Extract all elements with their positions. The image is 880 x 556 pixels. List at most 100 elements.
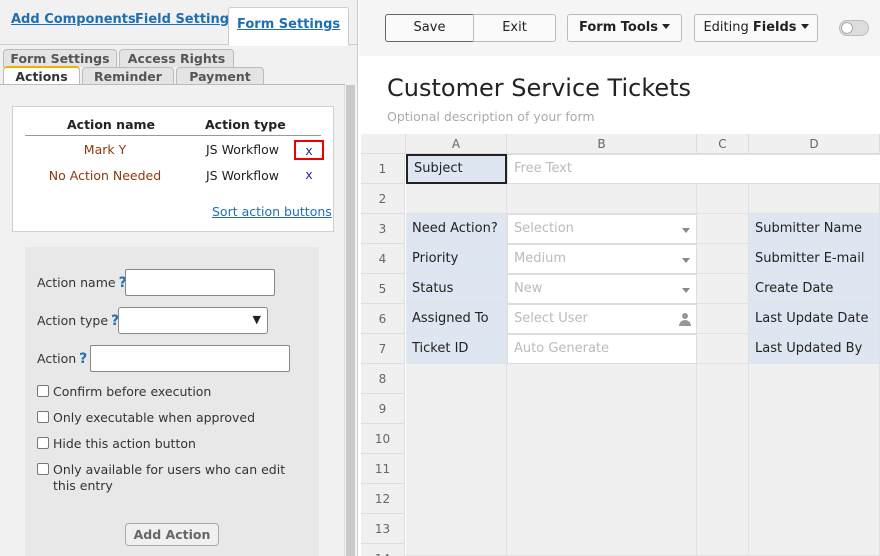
checkbox-icon[interactable]	[37, 437, 49, 449]
header-action-type: Action type	[205, 117, 286, 132]
subtab-actions[interactable]: Actions	[3, 66, 80, 85]
checkbox-icon[interactable]	[37, 411, 49, 423]
action-type-cell: JS Workflow	[206, 168, 279, 183]
row-header[interactable]: 3	[361, 214, 405, 244]
column-header-a[interactable]: A	[406, 134, 507, 154]
cell-d6-label[interactable]: Last Update Date	[749, 304, 880, 334]
cell-b6-user-select[interactable]: Select User	[507, 304, 697, 334]
action-label: Action?	[37, 351, 88, 367]
settings-panel: Add Components Field Settings Form Setti…	[0, 0, 358, 556]
tab-add-components[interactable]: Add Components	[11, 12, 136, 27]
delete-action-button[interactable]: x	[294, 140, 324, 160]
cell-a6-label[interactable]: Assigned To	[406, 304, 507, 334]
only-editors-checkbox[interactable]: Only available for users who can edit th…	[37, 462, 298, 494]
chevron-down-icon	[682, 228, 690, 233]
form-editor: Save Exit Form Tools Editing Fields Cust…	[359, 0, 880, 556]
column-header-b[interactable]: B	[507, 134, 697, 154]
row-header[interactable]: 7	[361, 334, 405, 364]
sort-action-buttons-link[interactable]: Sort action buttons	[212, 204, 332, 219]
row-header[interactable]: 13	[361, 514, 405, 544]
add-action-button[interactable]: Add Action	[125, 523, 219, 546]
row-header[interactable]: 10	[361, 424, 405, 454]
toggle-knob	[841, 22, 853, 34]
grid-cell[interactable]	[697, 244, 749, 274]
cell-b3-dropdown[interactable]: Selection	[507, 214, 697, 244]
form-grid: A B C D 1 2 3 4 5 6 7 8 9 10 11 12 13 14…	[361, 134, 880, 556]
subtab-access-rights[interactable]: Access Rights	[119, 49, 234, 67]
grid-cell[interactable]	[406, 184, 507, 214]
grid-cell[interactable]	[507, 184, 697, 214]
cell-b5-dropdown[interactable]: New	[507, 274, 697, 304]
cell-b1-text-field[interactable]: Free Text	[507, 154, 880, 184]
cell-d4-label[interactable]: Submitter E-mail	[749, 244, 880, 274]
action-name-input[interactable]	[125, 269, 275, 296]
toggle-switch[interactable]	[839, 20, 869, 36]
cell-a4-label[interactable]: Priority	[406, 244, 507, 274]
empty-column-a[interactable]	[406, 364, 507, 556]
column-header-d[interactable]: D	[749, 134, 880, 154]
row-header[interactable]: 4	[361, 244, 405, 274]
grid-cell[interactable]	[749, 184, 880, 214]
cell-a5-label[interactable]: Status	[406, 274, 507, 304]
grid-cell[interactable]	[697, 334, 749, 364]
cell-a7-label[interactable]: Ticket ID	[406, 334, 507, 364]
action-name-cell: Mark Y	[83, 142, 127, 157]
checkbox-icon[interactable]	[37, 463, 49, 475]
only-executable-when-approved-checkbox[interactable]: Only executable when approved	[37, 410, 298, 426]
toolbar: Save Exit Form Tools Editing Fields	[359, 0, 880, 56]
top-tabs: Add Components Field Settings Form Setti…	[0, 0, 357, 46]
grid-cell[interactable]	[697, 184, 749, 214]
form-tools-dropdown[interactable]: Form Tools	[567, 14, 682, 42]
column-header-c[interactable]: C	[697, 134, 749, 154]
row-header[interactable]: 12	[361, 484, 405, 514]
chevron-down-icon	[682, 288, 690, 293]
header-action-name: Action name	[67, 117, 156, 132]
cell-b7-auto-generate[interactable]: Auto Generate	[507, 334, 697, 364]
row-header[interactable]: 8	[361, 364, 405, 394]
add-action-form: Action name? Action type? ▼ Action? Conf…	[25, 247, 319, 556]
action-type-select[interactable]: ▼	[118, 307, 268, 334]
cell-d5-label[interactable]: Create Date	[749, 274, 880, 304]
grid-cell[interactable]	[697, 304, 749, 334]
row-header[interactable]: 14	[361, 544, 405, 556]
row-header[interactable]: 2	[361, 184, 405, 214]
subtab-payment[interactable]: Payment	[176, 67, 264, 85]
action-type-cell: JS Workflow	[206, 142, 279, 157]
checkbox-icon[interactable]	[37, 385, 49, 397]
row-header[interactable]: 1	[361, 154, 405, 184]
scrollbar-thumb[interactable]	[346, 85, 355, 556]
cell-d3-label[interactable]: Submitter Name	[749, 214, 880, 244]
tab-field-settings[interactable]: Field Settings	[135, 12, 237, 27]
empty-column-c[interactable]	[697, 364, 749, 556]
subtab-form-settings[interactable]: Form Settings	[3, 49, 117, 67]
header-divider	[25, 135, 321, 136]
editing-mode-dropdown[interactable]: Editing Fields	[694, 14, 818, 42]
hide-action-button-checkbox[interactable]: Hide this action button	[37, 436, 298, 452]
exit-button[interactable]: Exit	[473, 14, 556, 42]
form-title[interactable]: Customer Service Tickets	[387, 74, 691, 102]
chevron-down-icon	[682, 258, 690, 263]
row-header[interactable]: 6	[361, 304, 405, 334]
cell-a1-label[interactable]: Subject	[406, 154, 507, 184]
confirm-before-execution-checkbox[interactable]: Confirm before execution	[37, 384, 298, 400]
action-type-label: Action type?	[37, 313, 120, 329]
tab-form-settings[interactable]: Form Settings	[228, 7, 350, 46]
row-header[interactable]: 9	[361, 394, 405, 424]
row-header[interactable]: 11	[361, 454, 405, 484]
subtab-reminder[interactable]: Reminder	[82, 67, 174, 85]
help-icon[interactable]: ?	[79, 351, 87, 367]
empty-column-b[interactable]	[507, 364, 697, 556]
grid-corner	[361, 134, 406, 154]
row-header[interactable]: 5	[361, 274, 405, 304]
action-input[interactable]	[90, 345, 290, 372]
form-description[interactable]: Optional description of your form	[387, 109, 595, 124]
grid-cell[interactable]	[697, 214, 749, 244]
cell-a3-label[interactable]: Need Action?	[406, 214, 507, 244]
empty-column-d[interactable]	[749, 364, 880, 556]
user-icon	[679, 313, 691, 327]
grid-cell[interactable]	[697, 274, 749, 304]
cell-b4-dropdown[interactable]: Medium	[507, 244, 697, 274]
delete-action-button[interactable]: x	[294, 166, 324, 186]
cell-d7-label[interactable]: Last Updated By	[749, 334, 880, 364]
save-button[interactable]: Save	[385, 14, 474, 42]
